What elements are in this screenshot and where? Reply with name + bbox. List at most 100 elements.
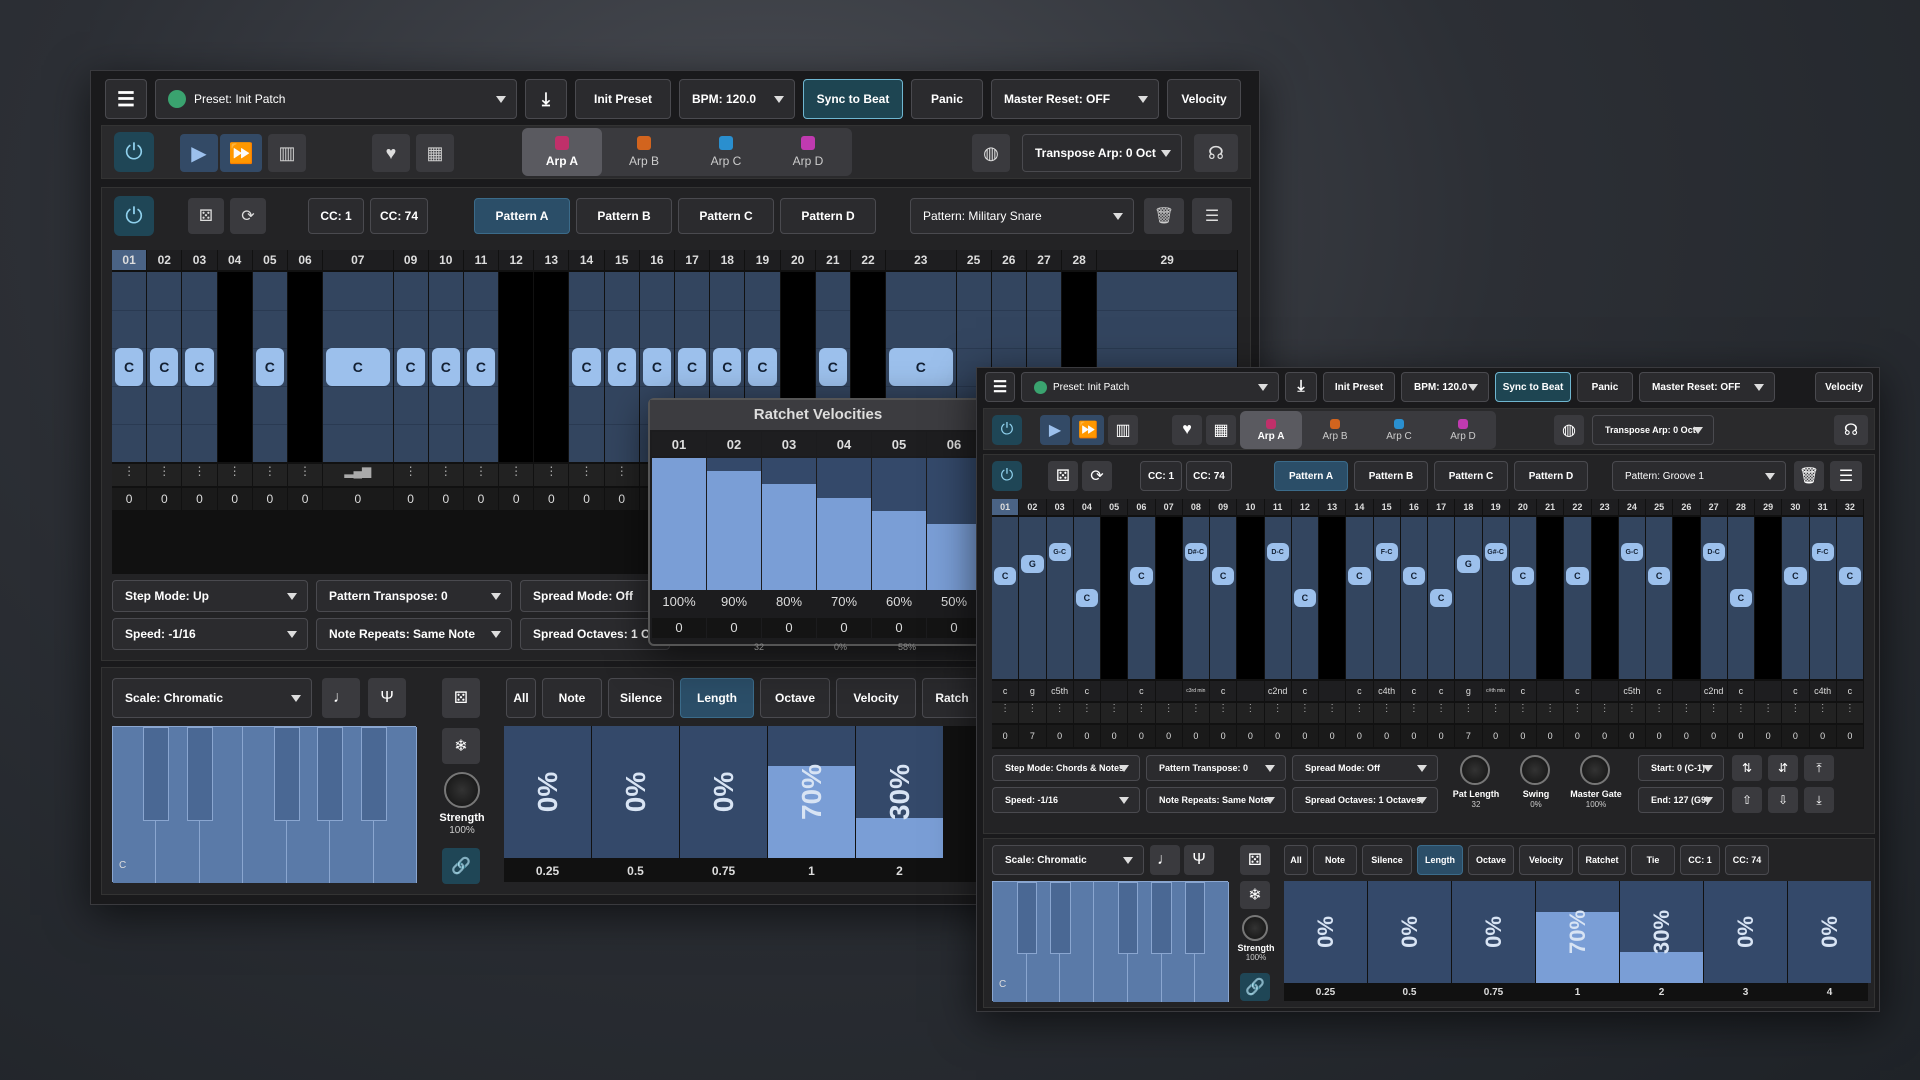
init-preset-button-2[interactable]: Init Preset bbox=[1323, 372, 1395, 402]
step-cell[interactable] bbox=[534, 272, 569, 462]
step-header[interactable]: 07 bbox=[1155, 499, 1182, 515]
length-bar[interactable]: 70% bbox=[768, 726, 855, 858]
length-lane-2[interactable]: 0% 0.25 0% 0.5 0% 0.75 70% 1 30% 2 0% 3 0% 4 bbox=[1284, 881, 1871, 1001]
step-header[interactable]: 18 bbox=[1455, 499, 1482, 515]
step-header[interactable]: 20 bbox=[1509, 499, 1536, 515]
step-cell[interactable] bbox=[1509, 517, 1536, 679]
black-key[interactable] bbox=[273, 727, 300, 821]
step-dots[interactable]: ⋮ bbox=[1673, 703, 1700, 723]
step-header[interactable]: 12 bbox=[499, 250, 534, 270]
length-bar[interactable]: 70% bbox=[1536, 881, 1619, 983]
pattern-power-icon[interactable]: ⏻ bbox=[992, 461, 1022, 491]
lane-tab-note[interactable]: Note bbox=[1313, 845, 1357, 875]
step-header[interactable]: 07 bbox=[323, 250, 393, 270]
length-bar[interactable]: 0% bbox=[1788, 881, 1871, 983]
heart-icon[interactable]: ♥ bbox=[372, 134, 410, 172]
note-block[interactable]: F-C bbox=[1375, 543, 1398, 561]
dice-icon[interactable]: ⚄ bbox=[188, 198, 224, 234]
note-block[interactable]: C bbox=[326, 348, 390, 386]
pattern-a-tab-2[interactable]: Pattern A bbox=[1274, 461, 1348, 491]
piano-keyboard-2[interactable]: C bbox=[992, 881, 1229, 1002]
step-dots[interactable]: ⋮ bbox=[1591, 703, 1618, 723]
note-block[interactable]: C bbox=[1784, 567, 1807, 585]
arp-c-tab-2[interactable]: Arp C bbox=[1368, 411, 1430, 449]
step-header[interactable]: 16 bbox=[1400, 499, 1427, 515]
step-cell[interactable] bbox=[1482, 517, 1509, 679]
ratchet-bar[interactable] bbox=[927, 458, 981, 590]
step-cell[interactable] bbox=[1373, 517, 1400, 679]
step-dots[interactable]: ⋮ bbox=[393, 464, 428, 486]
step-cell[interactable] bbox=[1155, 517, 1182, 679]
step-header[interactable]: 20 bbox=[780, 250, 815, 270]
bpm-dropdown[interactable]: BPM: 120.0 bbox=[679, 79, 795, 119]
step-dots[interactable]: ⋮ bbox=[534, 464, 569, 486]
clock-sync-icon[interactable]: ⟳ bbox=[1082, 461, 1112, 491]
step-dots[interactable]: ⋮ bbox=[569, 464, 604, 486]
note-repeats-dropdown-2[interactable]: Note Repeats: Same Note bbox=[1146, 787, 1286, 813]
note-block[interactable]: C bbox=[115, 348, 144, 386]
pattern-power-icon[interactable]: ⏻ bbox=[114, 196, 154, 236]
start-dropdown[interactable]: Start: 0 (C-1) bbox=[1638, 755, 1724, 781]
step-header[interactable]: 15 bbox=[1373, 499, 1400, 515]
cc74-button-2[interactable]: CC: 74 bbox=[1186, 461, 1232, 491]
note-block[interactable]: C bbox=[150, 348, 179, 386]
freeze-icon[interactable]: ❄ bbox=[442, 728, 480, 764]
step-cell[interactable] bbox=[1564, 517, 1591, 679]
upload-icon[interactable]: ⤒ bbox=[1804, 755, 1834, 781]
step-dots[interactable]: ⋮ bbox=[217, 464, 252, 486]
note-block[interactable]: G-C bbox=[1620, 543, 1643, 561]
step-header[interactable]: 18 bbox=[710, 250, 745, 270]
note-block[interactable]: C bbox=[1729, 589, 1752, 607]
step-dots[interactable]: ⋮ bbox=[1019, 703, 1046, 723]
play-icon[interactable]: ▶ bbox=[1040, 415, 1070, 445]
step-cell[interactable] bbox=[1537, 517, 1564, 679]
length-bar[interactable]: 30% bbox=[1620, 881, 1703, 983]
step-header[interactable]: 27 bbox=[1700, 499, 1727, 515]
step-cell[interactable] bbox=[1618, 517, 1645, 679]
step-cell[interactable] bbox=[1046, 517, 1073, 679]
note-block[interactable]: C bbox=[1648, 567, 1671, 585]
sort-down-icon[interactable]: ⇵ bbox=[1768, 755, 1798, 781]
note-block[interactable]: C bbox=[185, 348, 214, 386]
lane-tab-cc1[interactable]: CC: 1 bbox=[1680, 845, 1720, 875]
dice-small-icon[interactable]: ⚄ bbox=[442, 678, 480, 718]
note-block[interactable]: C bbox=[607, 348, 636, 386]
note-block[interactable]: C bbox=[1293, 589, 1316, 607]
step-dots[interactable]: ⋮ bbox=[112, 464, 147, 486]
step-dots[interactable]: ⋮ bbox=[1509, 703, 1536, 723]
black-key[interactable] bbox=[1016, 882, 1037, 954]
step-dots[interactable]: ⋮ bbox=[1264, 703, 1291, 723]
step-cell[interactable] bbox=[1673, 517, 1700, 679]
note-block[interactable]: D-C bbox=[1702, 543, 1725, 561]
step-cell[interactable] bbox=[1782, 517, 1809, 679]
step-cell[interactable] bbox=[217, 272, 252, 462]
step-cell[interactable] bbox=[1646, 517, 1673, 679]
arp-c-tab[interactable]: Arp C bbox=[686, 128, 766, 176]
step-dots[interactable]: ⋮ bbox=[1128, 703, 1155, 723]
step-header[interactable]: 15 bbox=[604, 250, 639, 270]
step-header[interactable]: 04 bbox=[1073, 499, 1100, 515]
step-dots[interactable]: ⋮ bbox=[1482, 703, 1509, 723]
step-dots[interactable]: ⋮ bbox=[1755, 703, 1782, 723]
step-cell[interactable] bbox=[287, 272, 323, 462]
knob-master-gate[interactable] bbox=[1580, 755, 1610, 785]
fast-forward-icon[interactable]: ⏩ bbox=[1072, 415, 1104, 445]
step-header[interactable]: 13 bbox=[534, 250, 569, 270]
step-dots[interactable]: ⋮ bbox=[1809, 703, 1836, 723]
step-mode-dropdown-2[interactable]: Step Mode: Chords & Notes bbox=[992, 755, 1140, 781]
step-cell[interactable] bbox=[992, 517, 1019, 679]
step-cell[interactable] bbox=[1210, 517, 1237, 679]
ratchet-bar[interactable] bbox=[762, 458, 816, 590]
ratchet-bar[interactable] bbox=[707, 458, 761, 590]
play-icon[interactable]: ▶ bbox=[180, 134, 218, 172]
midi-icon[interactable]: ◍ bbox=[972, 134, 1010, 172]
cc74-button[interactable]: CC: 74 bbox=[370, 198, 428, 234]
step-header[interactable]: 21 bbox=[815, 250, 850, 270]
lane-tab-velocity[interactable]: Velocity bbox=[836, 678, 916, 718]
black-key[interactable] bbox=[143, 727, 170, 821]
step-header[interactable]: 31 bbox=[1809, 499, 1836, 515]
pattern-menu-icon[interactable]: ☰ bbox=[1830, 461, 1862, 491]
sort-up-icon[interactable]: ⇅ bbox=[1732, 755, 1762, 781]
step-header[interactable]: 25 bbox=[956, 250, 991, 270]
ratchet-grid[interactable]: 01 100% 0 02 90% 0 03 80% 0 04 70% 0 05 60% 0 06 50% 0 32 0… bbox=[652, 432, 986, 652]
